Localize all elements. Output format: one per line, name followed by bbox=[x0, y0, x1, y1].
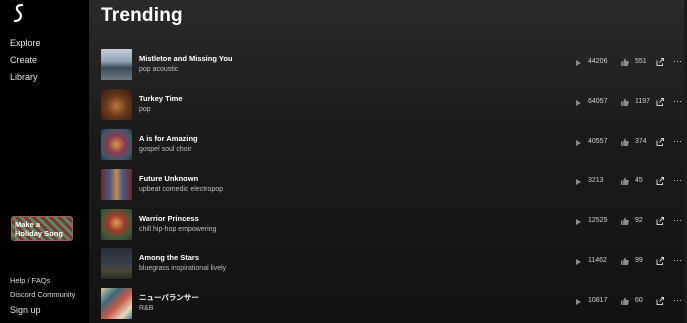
song-tags[interactable]: upbeat comedic electropop bbox=[139, 184, 519, 195]
thumbs-up-icon[interactable] bbox=[621, 217, 629, 226]
play-count: 11462 bbox=[588, 256, 607, 264]
song-list: Mistletoe and Missing You pop acoustic 4… bbox=[101, 45, 682, 323]
song-info: Turkey Time pop bbox=[139, 94, 519, 115]
thumbs-up-icon[interactable] bbox=[621, 138, 629, 146]
share-icon[interactable] bbox=[656, 177, 664, 186]
more-dots-icon[interactable]: ⋯ bbox=[673, 96, 682, 107]
like-count: 551 bbox=[635, 58, 647, 65]
share-icon[interactable] bbox=[656, 58, 664, 66]
sidebar-item-library[interactable]: Library bbox=[10, 71, 41, 88]
song-tags[interactable]: gospel soul choir bbox=[139, 144, 519, 155]
song-row[interactable]: Warrior Princess chill hip-hop empowerin… bbox=[101, 204, 682, 244]
like-count: 45 bbox=[635, 177, 643, 185]
play-icon[interactable] bbox=[576, 179, 581, 186]
song-title[interactable]: Mistletoe and Missing You bbox=[139, 54, 519, 64]
song-cover-image[interactable] bbox=[101, 128, 132, 160]
more-dots-icon[interactable]: ⋯ bbox=[673, 56, 682, 67]
share-icon[interactable] bbox=[656, 97, 664, 106]
song-title[interactable]: Turkey Time bbox=[139, 94, 519, 104]
play-count: 10817 bbox=[588, 296, 608, 304]
sign-up-link[interactable]: Sign up bbox=[10, 305, 75, 319]
song-row[interactable]: Turkey Time pop 64057 1197 ⋯ bbox=[101, 85, 682, 125]
song-info: A is for Amazing gospel soul choir bbox=[139, 134, 519, 155]
song-info: Future Unknown upbeat comedic electropop bbox=[139, 174, 519, 195]
play-icon[interactable] bbox=[576, 298, 581, 305]
main-content: Trending Mistletoe and Missing You pop a… bbox=[89, 0, 687, 323]
song-cover-image[interactable] bbox=[101, 208, 132, 240]
song-cover-image[interactable] bbox=[101, 89, 132, 121]
sidebar-item-create[interactable]: Create bbox=[10, 54, 41, 71]
song-row[interactable]: Mistletoe and Missing You pop acoustic 4… bbox=[101, 45, 682, 85]
sidebar-footer: Help / FAQs Discord Community Sign up bbox=[10, 276, 75, 319]
song-title[interactable]: Warrior Princess bbox=[139, 214, 519, 224]
song-tags[interactable]: chill hip-hop empowering bbox=[139, 224, 519, 235]
share-icon[interactable] bbox=[656, 256, 664, 265]
song-cover-image[interactable] bbox=[101, 168, 132, 200]
song-tags[interactable]: pop bbox=[139, 104, 519, 115]
thumbs-up-icon[interactable] bbox=[621, 297, 629, 305]
song-title[interactable]: Among the Stars bbox=[139, 253, 519, 263]
play-count: 3213 bbox=[588, 177, 604, 185]
song-info: Among the Stars bluegrass inspirational … bbox=[139, 253, 519, 274]
share-icon[interactable] bbox=[656, 296, 664, 305]
play-count: 44206 bbox=[588, 58, 608, 65]
thumbs-up-icon[interactable] bbox=[621, 177, 629, 186]
play-count: 40557 bbox=[588, 137, 608, 145]
song-tags[interactable]: R&B bbox=[139, 303, 519, 314]
play-count: 12525 bbox=[588, 217, 608, 225]
sidebar: Explore Create Library Make a Holiday So… bbox=[0, 0, 89, 323]
song-cover-image[interactable] bbox=[101, 49, 132, 81]
help-faqs-link[interactable]: Help / FAQs bbox=[10, 276, 75, 290]
more-dots-icon[interactable]: ⋯ bbox=[673, 175, 682, 186]
like-count: 374 bbox=[635, 137, 647, 145]
song-row[interactable]: Among the Stars bluegrass inspirational … bbox=[101, 244, 682, 284]
more-dots-icon[interactable]: ⋯ bbox=[673, 255, 682, 266]
more-dots-icon[interactable]: ⋯ bbox=[673, 295, 682, 306]
play-icon[interactable] bbox=[576, 99, 581, 106]
song-tags[interactable]: pop acoustic bbox=[139, 64, 519, 75]
thumbs-up-icon[interactable] bbox=[621, 58, 629, 66]
like-count: 99 bbox=[635, 256, 643, 264]
page-title: Trending bbox=[101, 5, 183, 26]
song-title[interactable]: A is for Amazing bbox=[139, 134, 519, 144]
more-dots-icon[interactable]: ⋯ bbox=[673, 136, 682, 147]
share-icon[interactable] bbox=[656, 137, 664, 146]
song-info: ニューバランサー R&B bbox=[139, 293, 519, 314]
like-count: 60 bbox=[635, 296, 643, 304]
song-title[interactable]: ニューバランサー bbox=[139, 293, 519, 303]
song-row[interactable]: A is for Amazing gospel soul choir 40557… bbox=[101, 125, 682, 165]
make-holiday-song-button[interactable]: Make a Holiday Song bbox=[11, 216, 73, 241]
thumbs-up-icon[interactable] bbox=[621, 257, 629, 265]
song-row[interactable]: Future Unknown upbeat comedic electropop… bbox=[101, 164, 682, 204]
discord-community-link[interactable]: Discord Community bbox=[10, 290, 75, 304]
more-dots-icon[interactable]: ⋯ bbox=[673, 215, 682, 226]
song-cover-image[interactable] bbox=[101, 288, 132, 320]
share-icon[interactable] bbox=[656, 217, 664, 226]
song-cover-image[interactable] bbox=[101, 248, 132, 280]
play-icon[interactable] bbox=[576, 258, 581, 265]
song-row[interactable]: ニューバランサー R&B 10817 60 ⋯ bbox=[101, 284, 682, 323]
play-icon[interactable] bbox=[576, 60, 581, 66]
like-count: 92 bbox=[635, 217, 643, 225]
song-info: Mistletoe and Missing You pop acoustic bbox=[139, 54, 519, 75]
song-tags[interactable]: bluegrass inspirational lively bbox=[139, 263, 519, 274]
play-icon[interactable] bbox=[576, 219, 581, 226]
play-count: 64057 bbox=[588, 97, 608, 105]
logo-icon[interactable] bbox=[11, 4, 27, 22]
thumbs-up-icon[interactable] bbox=[621, 98, 629, 106]
sidebar-item-explore[interactable]: Explore bbox=[10, 37, 41, 54]
like-count: 1197 bbox=[635, 97, 651, 105]
play-icon[interactable] bbox=[576, 139, 581, 146]
song-info: Warrior Princess chill hip-hop empowerin… bbox=[139, 214, 519, 235]
sidebar-nav: Explore Create Library bbox=[10, 37, 41, 88]
song-title[interactable]: Future Unknown bbox=[139, 174, 519, 184]
